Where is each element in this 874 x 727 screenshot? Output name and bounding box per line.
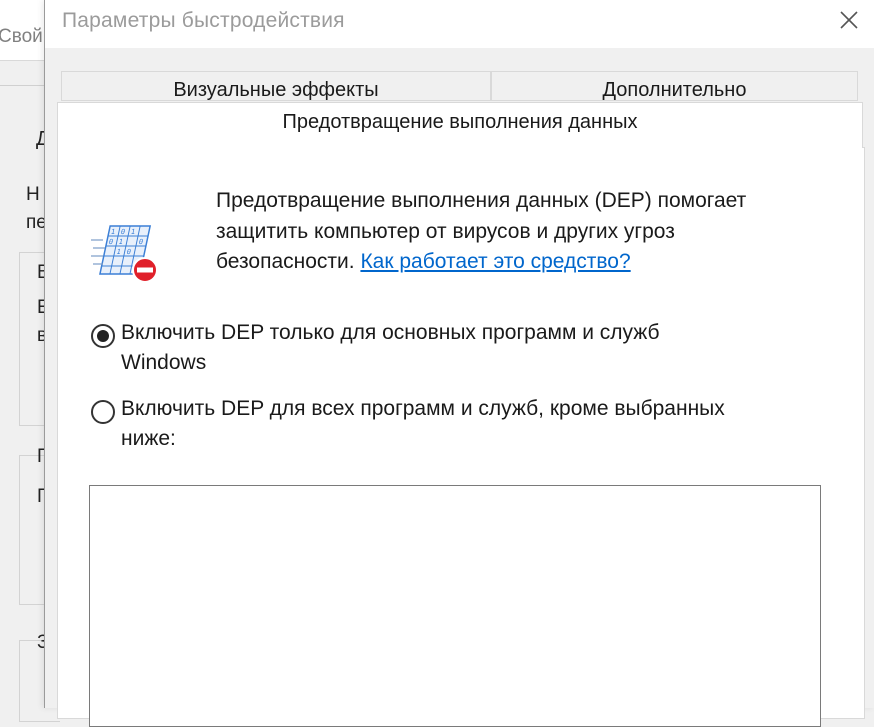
- tab-advanced[interactable]: Дополнительно: [491, 71, 858, 101]
- dep-help-link[interactable]: Как работает это средство?: [360, 250, 630, 273]
- radio-dep-all-label[interactable]: Включить DEP для всех программ и служб, …: [121, 397, 725, 421]
- tab-visual-effects[interactable]: Визуальные эффекты: [61, 71, 491, 101]
- tab-label: Предотвращение выполнения данных: [282, 111, 638, 133]
- radio-dep-essential-only[interactable]: [91, 324, 115, 348]
- background-text-line: Н: [26, 184, 40, 205]
- tab-content-panel: 101 010 10 Предотвращение выполнения дан…: [57, 147, 865, 727]
- dep-shield-icon: 101 010 10: [91, 222, 161, 289]
- background-window-title: Свой: [0, 26, 43, 47]
- radio-dep-essential-label[interactable]: Включить DEP только для основных програм…: [121, 321, 660, 345]
- dep-exceptions-list[interactable]: [89, 485, 821, 727]
- performance-options-dialog: Параметры быстродействия Визуальные эффе…: [44, 0, 874, 727]
- dep-description-line: Предотвращение выполнения данных (DEP) п…: [216, 189, 747, 212]
- tab-data-execution-prevention[interactable]: Предотвращение выполнения данных: [57, 102, 863, 148]
- radio-dep-all-label[interactable]: ниже:: [121, 427, 176, 451]
- dep-description-line: безопасности. Как работает это средство?: [216, 250, 631, 274]
- radio-dep-all-except-selected[interactable]: [91, 400, 115, 424]
- tab-label: Дополнительно: [602, 79, 747, 101]
- radio-dep-essential-label[interactable]: Windows: [121, 351, 206, 375]
- dialog-titlebar[interactable]: Параметры быстродействия: [45, 0, 874, 48]
- close-icon[interactable]: [835, 6, 863, 34]
- dialog-title: Параметры быстродействия: [62, 9, 345, 32]
- tab-label: Визуальные эффекты: [173, 79, 379, 101]
- dep-description-line: защитить компьютер от вирусов и других у…: [216, 220, 675, 243]
- dep-description-text: безопасности.: [216, 250, 361, 273]
